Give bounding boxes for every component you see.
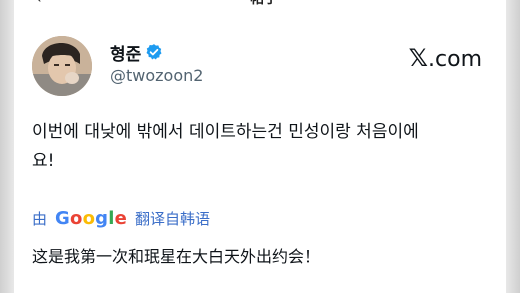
google-letter-g: G <box>55 208 70 229</box>
tweet-text-line-1: 이번에 대낮에 밖에서 데이트하는건 민성이랑 처음이에 <box>32 122 419 142</box>
author-block[interactable]: 형준 @twozoon2 <box>110 40 203 85</box>
google-letter-g2: g <box>95 208 109 229</box>
author-name[interactable]: 형준 <box>110 40 141 65</box>
top-bar-title: 帖子 <box>250 0 278 6</box>
translated-from-label[interactable]: 翻译自韩语 <box>135 208 210 229</box>
translation-bar[interactable]: 由 Google 翻译自韩语 <box>32 208 210 229</box>
translated-by-label: 由 <box>32 210 48 228</box>
x-com-brand[interactable]: 𝕏.com <box>409 44 482 72</box>
tweet-card: ‹ 帖子 형준 @twozoon2 <box>14 0 506 293</box>
back-arrow-icon[interactable]: ‹ <box>36 0 42 6</box>
verified-badge-icon <box>146 44 162 60</box>
google-letter-o1: o <box>70 208 83 229</box>
top-bar: ‹ 帖子 <box>14 0 506 6</box>
google-letter-e: e <box>114 208 128 229</box>
tweet-text: 이번에 대낮에 밖에서 데이트하는건 민성이랑 처음이에 요! <box>32 118 472 176</box>
screenshot-frame: ‹ 帖子 형준 @twozoon2 <box>0 0 520 293</box>
google-letter-o2: o <box>82 208 96 229</box>
author-handle[interactable]: @twozoon2 <box>110 66 203 85</box>
author-name-row: 형준 <box>110 40 203 65</box>
tweet-text-line-2: 요! <box>32 151 55 171</box>
x-logo-icon: 𝕏 <box>408 44 429 72</box>
avatar[interactable] <box>32 36 92 96</box>
brand-domain: .com <box>428 47 482 72</box>
google-logo: Google <box>55 208 127 229</box>
translated-text: 这是我第一次和珉星在大白天外出约会！ <box>32 247 321 266</box>
avatar-photo <box>32 36 92 96</box>
